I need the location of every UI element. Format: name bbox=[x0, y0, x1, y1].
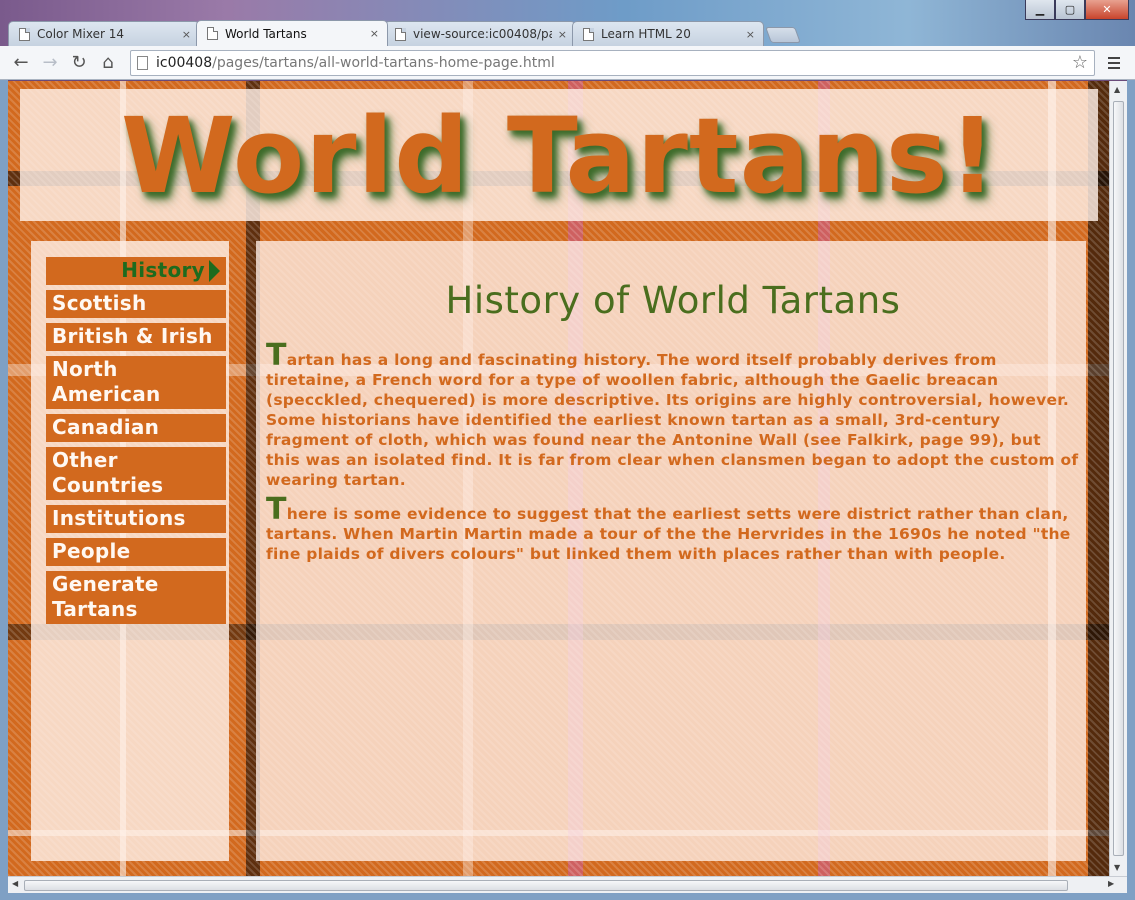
nav-item-canadian[interactable]: Canadian bbox=[46, 414, 226, 442]
drop-cap: T bbox=[266, 492, 287, 527]
window-frame-left bbox=[0, 80, 8, 893]
window-frame-bottom bbox=[0, 893, 1135, 900]
nav-item-label: History bbox=[121, 258, 205, 282]
maximize-button[interactable]: ▢ bbox=[1055, 0, 1085, 20]
scroll-left-icon[interactable]: ◀ bbox=[12, 879, 18, 888]
tab-title: Learn HTML 20 bbox=[601, 27, 691, 41]
nav-item-people[interactable]: People bbox=[46, 538, 226, 566]
banner: World Tartans! bbox=[20, 89, 1098, 221]
tab-close-icon[interactable]: × bbox=[746, 28, 755, 41]
page-icon bbox=[395, 27, 406, 41]
scroll-up-icon[interactable]: ▲ bbox=[1114, 85, 1120, 94]
nav-item-other-countries[interactable]: Other Countries bbox=[46, 447, 226, 500]
paragraph-text: artan has a long and fascinating history… bbox=[266, 351, 1079, 489]
nav-item-generate-tartans[interactable]: Generate Tartans bbox=[46, 571, 226, 624]
nav-item-scottish[interactable]: Scottish bbox=[46, 290, 226, 318]
reload-button[interactable]: ↻ bbox=[66, 50, 92, 76]
history-paragraph-1: Tartan has a long and fascinating histor… bbox=[266, 341, 1080, 490]
paragraph-text: here is some evidence to suggest that th… bbox=[266, 505, 1071, 563]
page-icon bbox=[583, 27, 594, 41]
triangle-right-icon bbox=[209, 259, 220, 282]
page-icon bbox=[19, 27, 30, 41]
tab-close-icon[interactable]: × bbox=[182, 28, 191, 41]
home-button[interactable]: ⌂ bbox=[95, 50, 121, 76]
history-paragraph-2: There is some evidence to suggest that t… bbox=[266, 495, 1080, 564]
tab-view-source[interactable]: view-source:ic00408/page × bbox=[384, 21, 576, 46]
nav-item-british-irish[interactable]: British & Irish bbox=[46, 323, 226, 351]
tab-title: view-source:ic00408/page bbox=[413, 27, 552, 41]
nav-item-history[interactable]: History bbox=[46, 257, 226, 285]
tab-learn-html[interactable]: Learn HTML 20 × bbox=[572, 21, 764, 46]
url-path: /pages/tartans/all-world-tartans-home-pa… bbox=[212, 54, 555, 71]
tab-close-icon[interactable]: × bbox=[558, 28, 567, 41]
browser-toolbar: ← → ↻ ⌂ ic00408/pages/tartans/all-world-… bbox=[0, 46, 1135, 80]
page-icon bbox=[137, 55, 148, 70]
tab-title: World Tartans bbox=[225, 26, 307, 41]
window-frame-right bbox=[1127, 80, 1135, 893]
url-text: ic00408/pages/tartans/all-world-tartans-… bbox=[156, 55, 1072, 71]
url-host: ic00408 bbox=[156, 54, 213, 71]
vertical-scrollbar[interactable]: ▲ ▼ bbox=[1109, 81, 1127, 876]
tab-title: Color Mixer 14 bbox=[37, 27, 124, 41]
tab-color-mixer[interactable]: Color Mixer 14 × bbox=[8, 21, 200, 46]
bookmark-star-icon[interactable]: ☆ bbox=[1072, 52, 1088, 73]
scroll-down-icon[interactable]: ▼ bbox=[1114, 863, 1120, 872]
back-button[interactable]: ← bbox=[8, 50, 34, 76]
nav-item-north-american[interactable]: North American bbox=[46, 356, 226, 409]
vertical-scroll-thumb[interactable] bbox=[1113, 101, 1124, 856]
scroll-right-icon[interactable]: ▶ bbox=[1108, 879, 1114, 888]
menu-icon[interactable] bbox=[1101, 50, 1127, 76]
page-icon bbox=[207, 27, 218, 40]
horizontal-scroll-thumb[interactable] bbox=[24, 880, 1068, 891]
tab-strip: Color Mixer 14 × World Tartans × view-so… bbox=[8, 20, 801, 46]
site-title: World Tartans! bbox=[120, 95, 998, 217]
close-window-button[interactable]: ✕ bbox=[1085, 0, 1129, 20]
horizontal-scrollbar[interactable]: ◀ ▶ bbox=[8, 876, 1127, 893]
page-viewport: World Tartans! History Scottish British … bbox=[8, 81, 1109, 876]
main-content: History of World Tartans Tartan has a lo… bbox=[256, 241, 1086, 861]
address-bar[interactable]: ic00408/pages/tartans/all-world-tartans-… bbox=[130, 49, 1095, 76]
new-tab-button[interactable] bbox=[765, 27, 801, 43]
sidebar-nav: History Scottish British & Irish North A… bbox=[31, 241, 229, 861]
nav-item-institutions[interactable]: Institutions bbox=[46, 505, 226, 533]
tab-world-tartans[interactable]: World Tartans × bbox=[196, 20, 388, 46]
window-titlebar: ▁ ▢ ✕ Color Mixer 14 × World Tartans × v… bbox=[0, 0, 1135, 46]
window-controls: ▁ ▢ ✕ bbox=[1025, 0, 1129, 20]
drop-cap: T bbox=[266, 338, 287, 373]
forward-button[interactable]: → bbox=[37, 50, 63, 76]
page-heading: History of World Tartans bbox=[445, 279, 901, 322]
tab-close-icon[interactable]: × bbox=[370, 27, 379, 40]
minimize-button[interactable]: ▁ bbox=[1025, 0, 1055, 20]
